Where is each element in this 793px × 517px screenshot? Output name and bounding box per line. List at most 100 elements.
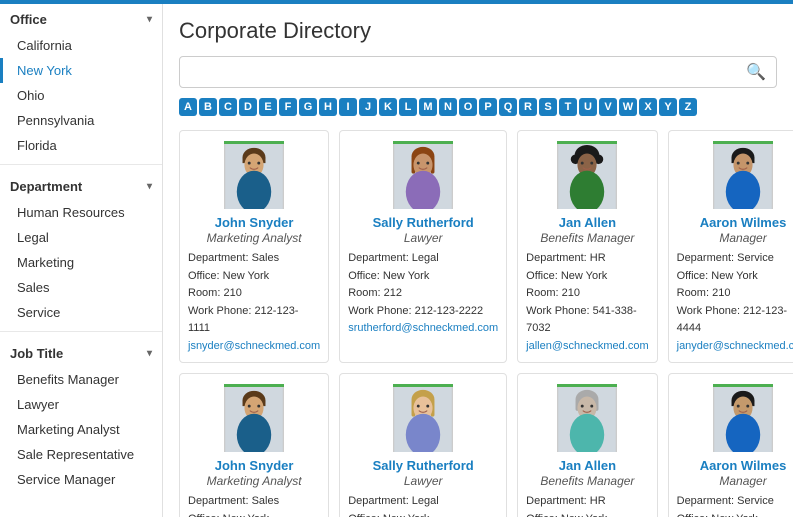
- alpha-btn-z[interactable]: Z: [679, 98, 697, 116]
- employee-job-title: Manager: [677, 231, 793, 245]
- sidebar-item-service[interactable]: Service: [0, 300, 162, 325]
- sidebar-section-department[interactable]: Department ▾: [0, 171, 162, 200]
- employee-name[interactable]: Jan Allen: [526, 458, 648, 473]
- sidebar-item-sales[interactable]: Sales: [0, 275, 162, 300]
- sidebar-item-florida[interactable]: Florida: [0, 133, 162, 158]
- employee-card: Jan Allen Benefits Manager Department: H…: [517, 373, 657, 517]
- employee-name[interactable]: Aaron Wilmes: [677, 458, 793, 473]
- employee-photo: [713, 384, 773, 452]
- department-chevron-icon: ▾: [147, 181, 152, 192]
- alphabet-bar: ABCDEFGHIJKLMNOPQRSTUVWXYZ: [179, 98, 777, 116]
- employee-photo: [393, 384, 453, 452]
- alpha-btn-v[interactable]: V: [599, 98, 617, 116]
- employee-card: Jan Allen Benefits Manager Department: H…: [517, 130, 657, 363]
- alpha-btn-j[interactable]: J: [359, 98, 377, 116]
- sidebar-item-lawyer[interactable]: Lawyer: [0, 392, 162, 417]
- employee-name[interactable]: Jan Allen: [526, 215, 648, 230]
- employee-card: Sally Rutherford Lawyer Department: Lega…: [339, 373, 507, 517]
- employee-name[interactable]: Sally Rutherford: [348, 458, 498, 473]
- employee-job-title: Lawyer: [348, 474, 498, 488]
- sidebar-section-jobtitle[interactable]: Job Title ▾: [0, 338, 162, 367]
- employee-details: Deparment: Service Office: New York Room…: [677, 493, 793, 517]
- office-section-label: Office: [10, 12, 47, 27]
- employee-details: Department: HR Office: New York Room: 21…: [526, 493, 648, 517]
- sidebar-item-sale-rep[interactable]: Sale Representative: [0, 442, 162, 467]
- alpha-btn-d[interactable]: D: [239, 98, 257, 116]
- employee-photo: [713, 141, 773, 209]
- search-bar[interactable]: 🔍: [179, 56, 777, 88]
- sidebar-item-marketing[interactable]: Marketing: [0, 250, 162, 275]
- employee-card: Aaron Wilmes Manager Deparment: Service …: [668, 130, 793, 363]
- sidebar-item-newyork[interactable]: New York: [0, 58, 162, 83]
- sidebar: Office ▾ California New York Ohio Pennsy…: [0, 4, 163, 517]
- divider-2: [0, 331, 162, 332]
- employee-photo: [557, 141, 617, 209]
- employee-name[interactable]: Aaron Wilmes: [677, 215, 793, 230]
- alpha-btn-e[interactable]: E: [259, 98, 277, 116]
- employee-job-title: Marketing Analyst: [188, 474, 320, 488]
- employee-details: Deparment: Service Office: New York Room…: [677, 250, 793, 338]
- alpha-btn-i[interactable]: I: [339, 98, 357, 116]
- alpha-btn-g[interactable]: G: [299, 98, 317, 116]
- alpha-btn-q[interactable]: Q: [499, 98, 517, 116]
- employee-photo: [224, 141, 284, 209]
- department-items: Human Resources Legal Marketing Sales Se…: [0, 200, 162, 325]
- jobtitle-chevron-icon: ▾: [147, 348, 152, 359]
- alpha-btn-l[interactable]: L: [399, 98, 417, 116]
- employee-job-title: Lawyer: [348, 231, 498, 245]
- employee-card: John Snyder Marketing Analyst Department…: [179, 130, 329, 363]
- employee-job-title: Manager: [677, 474, 793, 488]
- search-icon[interactable]: 🔍: [746, 62, 766, 82]
- alpha-btn-s[interactable]: S: [539, 98, 557, 116]
- employee-name[interactable]: Sally Rutherford: [348, 215, 498, 230]
- employee-details: Department: Legal Office: New York Room:…: [348, 250, 483, 320]
- employee-details: Department: HR Office: New York Room: 21…: [526, 250, 648, 338]
- sidebar-section-office[interactable]: Office ▾: [0, 4, 162, 33]
- alpha-btn-o[interactable]: O: [459, 98, 477, 116]
- alpha-btn-w[interactable]: W: [619, 98, 637, 116]
- employee-email[interactable]: jallen@schneckmed.com: [526, 340, 648, 352]
- employee-photo: [557, 384, 617, 452]
- search-input[interactable]: [190, 65, 746, 80]
- employee-card: Aaron Wilmes Manager Deparment: Service …: [668, 373, 793, 517]
- employee-name[interactable]: John Snyder: [188, 458, 320, 473]
- employee-job-title: Benefits Manager: [526, 474, 648, 488]
- sidebar-item-hr[interactable]: Human Resources: [0, 200, 162, 225]
- alpha-btn-y[interactable]: Y: [659, 98, 677, 116]
- alpha-btn-m[interactable]: M: [419, 98, 437, 116]
- office-chevron-icon: ▾: [147, 14, 152, 25]
- employee-card: John Snyder Marketing Analyst Department…: [179, 373, 329, 517]
- employee-email[interactable]: srutherford@schneckmed.com: [348, 322, 498, 334]
- alpha-btn-n[interactable]: N: [439, 98, 457, 116]
- employee-name[interactable]: John Snyder: [188, 215, 320, 230]
- jobtitle-section-label: Job Title: [10, 346, 63, 361]
- alpha-btn-b[interactable]: B: [199, 98, 217, 116]
- alpha-btn-u[interactable]: U: [579, 98, 597, 116]
- sidebar-item-benefits-manager[interactable]: Benefits Manager: [0, 367, 162, 392]
- cards-grid: John Snyder Marketing Analyst Department…: [179, 130, 777, 517]
- employee-job-title: Benefits Manager: [526, 231, 648, 245]
- sidebar-item-service-manager[interactable]: Service Manager: [0, 467, 162, 492]
- sidebar-item-california[interactable]: California: [0, 33, 162, 58]
- employee-details: Department: Sales Office: New York Room:…: [188, 493, 320, 517]
- jobtitle-items: Benefits Manager Lawyer Marketing Analys…: [0, 367, 162, 492]
- alpha-btn-h[interactable]: H: [319, 98, 337, 116]
- sidebar-item-legal[interactable]: Legal: [0, 225, 162, 250]
- top-bar: [0, 0, 793, 4]
- alpha-btn-x[interactable]: X: [639, 98, 657, 116]
- alpha-btn-p[interactable]: P: [479, 98, 497, 116]
- page-title: Corporate Directory: [179, 18, 777, 44]
- main-content: Corporate Directory 🔍 ABCDEFGHIJKLMNOPQR…: [163, 4, 793, 517]
- sidebar-item-pennsylvania[interactable]: Pennsylvania: [0, 108, 162, 133]
- alpha-btn-t[interactable]: T: [559, 98, 577, 116]
- employee-job-title: Marketing Analyst: [188, 231, 320, 245]
- alpha-btn-k[interactable]: K: [379, 98, 397, 116]
- sidebar-item-ohio[interactable]: Ohio: [0, 83, 162, 108]
- alpha-btn-r[interactable]: R: [519, 98, 537, 116]
- employee-email[interactable]: janyder@schneckmed.com: [677, 340, 793, 352]
- alpha-btn-c[interactable]: C: [219, 98, 237, 116]
- sidebar-item-marketing-analyst[interactable]: Marketing Analyst: [0, 417, 162, 442]
- employee-email[interactable]: jsnyder@schneckmed.com: [188, 340, 320, 352]
- alpha-btn-f[interactable]: F: [279, 98, 297, 116]
- alpha-btn-a[interactable]: A: [179, 98, 197, 116]
